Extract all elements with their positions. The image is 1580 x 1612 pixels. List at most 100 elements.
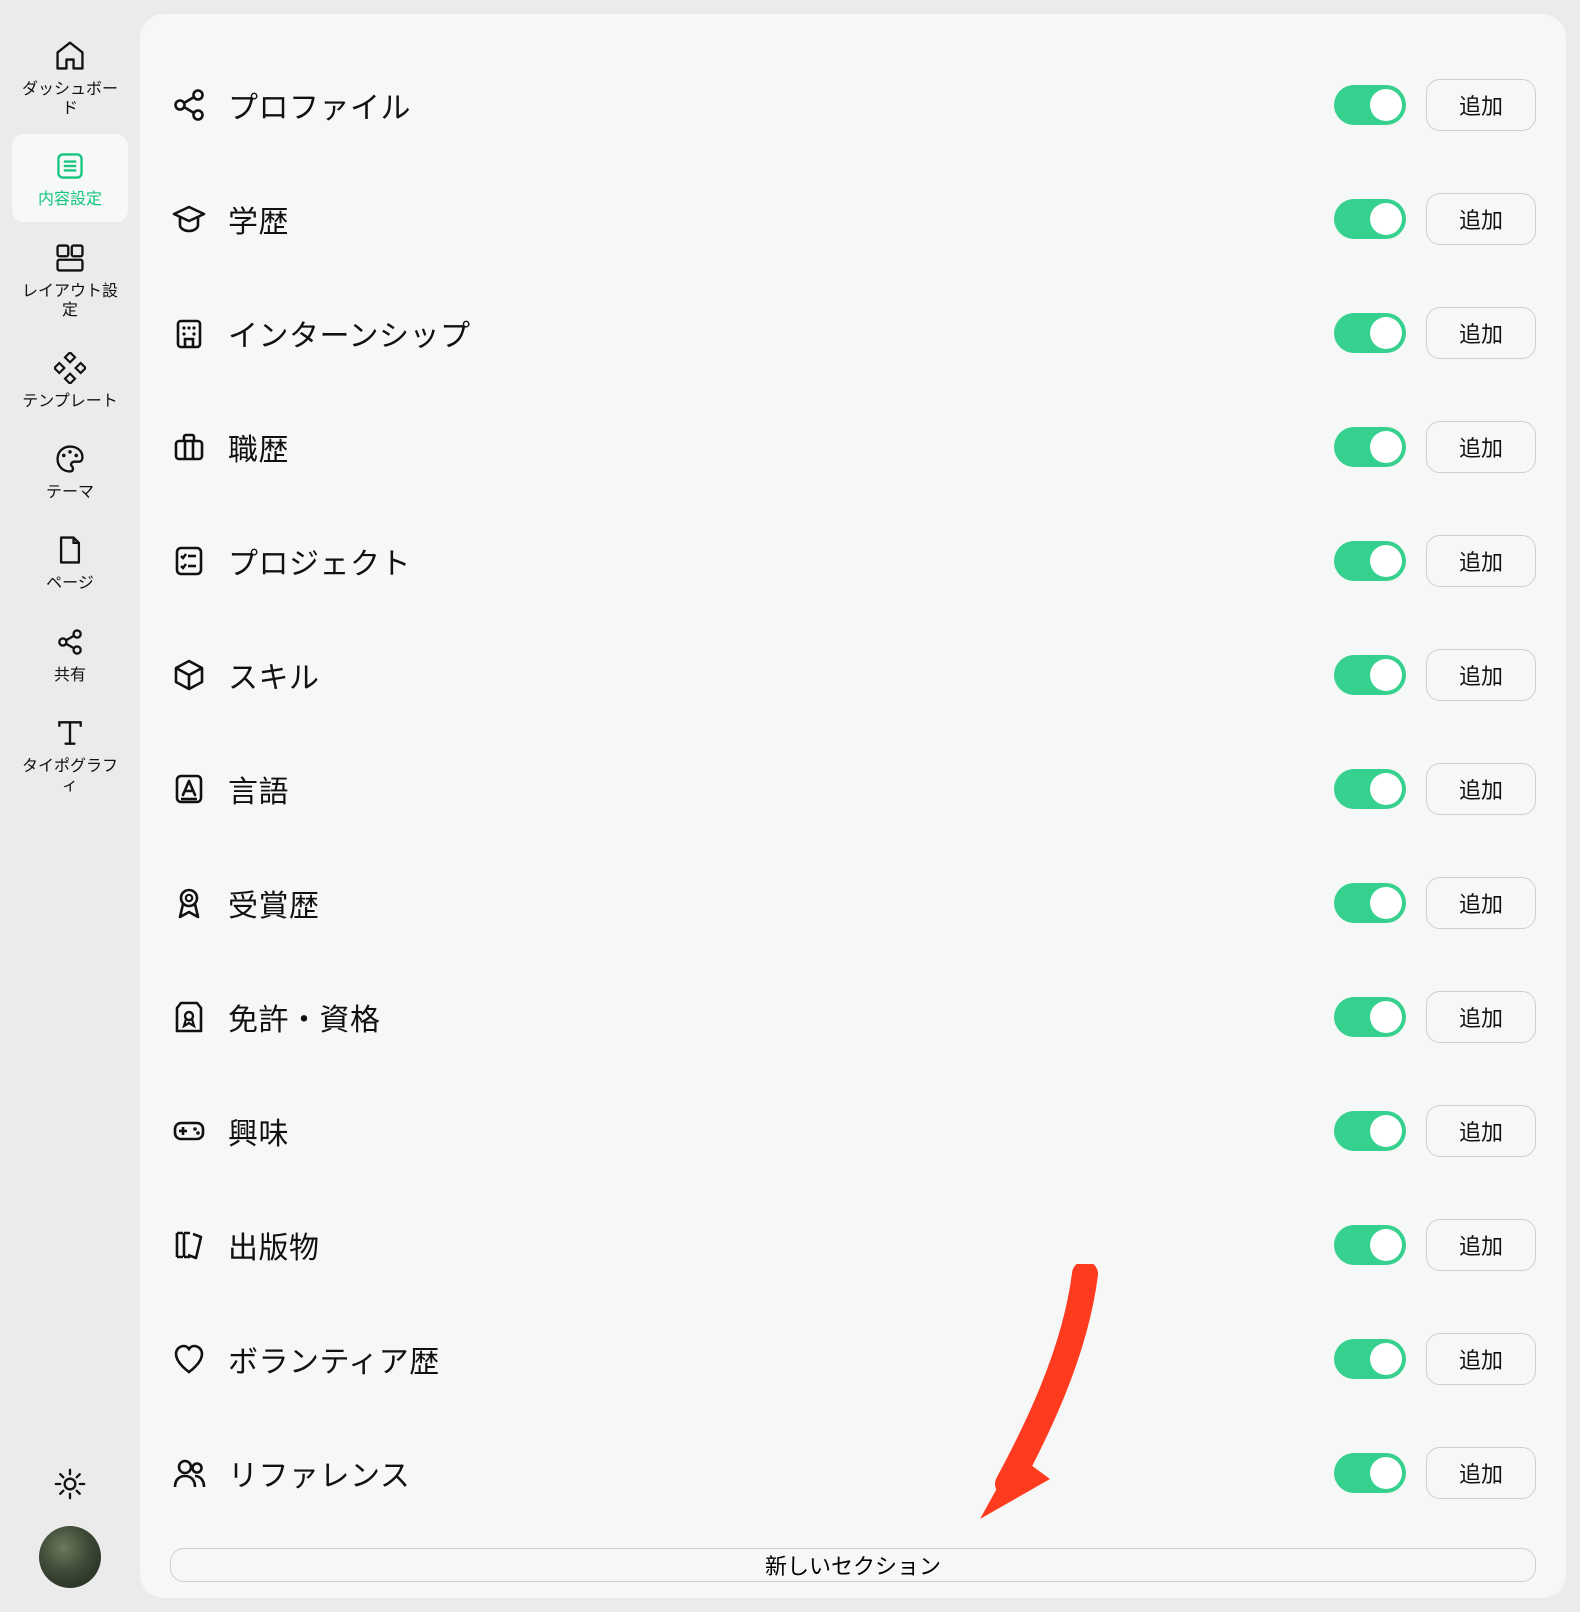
share-icon bbox=[52, 624, 88, 660]
books-icon bbox=[170, 1226, 208, 1264]
add-button-skill[interactable]: 追加 bbox=[1426, 649, 1536, 701]
section-label: ボランティア歴 bbox=[228, 1337, 1334, 1381]
nav-template[interactable]: テンプレート bbox=[12, 336, 128, 423]
avatar[interactable] bbox=[39, 1526, 101, 1588]
toggle-knob bbox=[1370, 89, 1402, 121]
add-button-award[interactable]: 追加 bbox=[1426, 877, 1536, 929]
toggle-certification[interactable] bbox=[1334, 997, 1406, 1037]
add-button-certification[interactable]: 追加 bbox=[1426, 991, 1536, 1043]
add-button-label: 追加 bbox=[1459, 203, 1503, 235]
heart-icon bbox=[170, 1340, 208, 1378]
nav-theme[interactable]: テーマ bbox=[12, 427, 128, 514]
section-label: スキル bbox=[228, 653, 1334, 697]
new-section-label: 新しいセクション bbox=[765, 1549, 941, 1581]
typography-icon bbox=[52, 715, 88, 751]
users-icon bbox=[170, 1454, 208, 1492]
medal-icon bbox=[170, 884, 208, 922]
building-icon bbox=[170, 314, 208, 352]
add-button-label: 追加 bbox=[1459, 1115, 1503, 1147]
palette-icon bbox=[52, 441, 88, 477]
nav-content[interactable]: 内容設定 bbox=[12, 134, 128, 221]
section-label: リファレンス bbox=[228, 1451, 1334, 1495]
add-button-work[interactable]: 追加 bbox=[1426, 421, 1536, 473]
main: プロファイル追加学歴追加インターンシップ追加職歴追加プロジェクト追加スキル追加言… bbox=[140, 0, 1580, 1612]
nav-label: タイポグラフィ bbox=[16, 757, 124, 795]
nav-layout[interactable]: レイアウト設定 bbox=[12, 226, 128, 332]
section-label: 受賞歴 bbox=[228, 881, 1334, 925]
nav-label: レイアウト設定 bbox=[16, 282, 124, 320]
add-button-language[interactable]: 追加 bbox=[1426, 763, 1536, 815]
section-label: インターンシップ bbox=[228, 311, 1334, 355]
section-label: 興味 bbox=[228, 1109, 1334, 1153]
toggle-interest[interactable] bbox=[1334, 1111, 1406, 1151]
add-button-label: 追加 bbox=[1459, 1001, 1503, 1033]
nav-label: ページ bbox=[46, 574, 94, 593]
toggle-knob bbox=[1370, 545, 1402, 577]
add-button-profile[interactable]: 追加 bbox=[1426, 79, 1536, 131]
nav-page[interactable]: ページ bbox=[12, 518, 128, 605]
toggle-knob bbox=[1370, 1457, 1402, 1489]
section-row-interest: 興味 追加 bbox=[170, 1074, 1536, 1188]
add-button-internship[interactable]: 追加 bbox=[1426, 307, 1536, 359]
add-button-label: 追加 bbox=[1459, 1229, 1503, 1261]
add-button-label: 追加 bbox=[1459, 431, 1503, 463]
add-button-label: 追加 bbox=[1459, 545, 1503, 577]
toggle-volunteer[interactable] bbox=[1334, 1339, 1406, 1379]
toggle-internship[interactable] bbox=[1334, 313, 1406, 353]
add-button-education[interactable]: 追加 bbox=[1426, 193, 1536, 245]
toggle-work[interactable] bbox=[1334, 427, 1406, 467]
section-row-education: 学歴 追加 bbox=[170, 162, 1536, 276]
section-label: プロジェクト bbox=[228, 539, 1334, 583]
toggle-skill[interactable] bbox=[1334, 655, 1406, 695]
sun-icon bbox=[54, 1468, 86, 1500]
section-label: 免許・資格 bbox=[228, 995, 1334, 1039]
toggle-reference[interactable] bbox=[1334, 1453, 1406, 1493]
toggle-project[interactable] bbox=[1334, 541, 1406, 581]
new-section-button[interactable]: 新しいセクション bbox=[170, 1548, 1536, 1582]
nav-label: テーマ bbox=[46, 483, 94, 502]
toggle-knob bbox=[1370, 431, 1402, 463]
section-label: 学歴 bbox=[228, 197, 1334, 241]
toggle-knob bbox=[1370, 773, 1402, 805]
add-button-project[interactable]: 追加 bbox=[1426, 535, 1536, 587]
add-button-interest[interactable]: 追加 bbox=[1426, 1105, 1536, 1157]
theme-toggle-button[interactable] bbox=[50, 1464, 90, 1504]
add-button-label: 追加 bbox=[1459, 659, 1503, 691]
section-row-publication: 出版物追加 bbox=[170, 1188, 1536, 1302]
toggle-knob bbox=[1370, 887, 1402, 919]
section-row-certification: 免許・資格 追加 bbox=[170, 960, 1536, 1074]
add-button-reference[interactable]: 追加 bbox=[1426, 1447, 1536, 1499]
toggle-knob bbox=[1370, 1115, 1402, 1147]
toggle-knob bbox=[1370, 1343, 1402, 1375]
nav-share[interactable]: 共有 bbox=[12, 610, 128, 697]
home-icon bbox=[52, 38, 88, 74]
nav-label: 共有 bbox=[54, 666, 86, 685]
toggle-publication[interactable] bbox=[1334, 1225, 1406, 1265]
nav-dashboard[interactable]: ダッシュボード bbox=[12, 24, 128, 130]
section-row-skill: スキル 追加 bbox=[170, 618, 1536, 732]
sidebar-bottom bbox=[39, 1464, 101, 1588]
section-label: 職歴 bbox=[228, 425, 1334, 469]
add-button-label: 追加 bbox=[1459, 89, 1503, 121]
nav-label: 内容設定 bbox=[38, 190, 102, 209]
toggle-award[interactable] bbox=[1334, 883, 1406, 923]
toggle-language[interactable] bbox=[1334, 769, 1406, 809]
add-button-publication[interactable]: 追加 bbox=[1426, 1219, 1536, 1271]
content-settings-panel: プロファイル追加学歴追加インターンシップ追加職歴追加プロジェクト追加スキル追加言… bbox=[140, 14, 1566, 1598]
diamond-grid-icon bbox=[52, 350, 88, 386]
toggle-knob bbox=[1370, 203, 1402, 235]
section-row-award: 受賞歴 追加 bbox=[170, 846, 1536, 960]
add-button-label: 追加 bbox=[1459, 887, 1503, 919]
nav-typography[interactable]: タイポグラフィ bbox=[12, 701, 128, 807]
toggle-profile[interactable] bbox=[1334, 85, 1406, 125]
add-button-label: 追加 bbox=[1459, 317, 1503, 349]
add-button-volunteer[interactable]: 追加 bbox=[1426, 1333, 1536, 1385]
section-row-project: プロジェクト 追加 bbox=[170, 504, 1536, 618]
toggle-knob bbox=[1370, 1001, 1402, 1033]
section-row-internship: インターンシップ 追加 bbox=[170, 276, 1536, 390]
section-row-volunteer: ボランティア歴 追加 bbox=[170, 1302, 1536, 1416]
section-label: 言語 bbox=[228, 767, 1334, 811]
certificate-icon bbox=[170, 998, 208, 1036]
language-icon bbox=[170, 770, 208, 808]
toggle-education[interactable] bbox=[1334, 199, 1406, 239]
